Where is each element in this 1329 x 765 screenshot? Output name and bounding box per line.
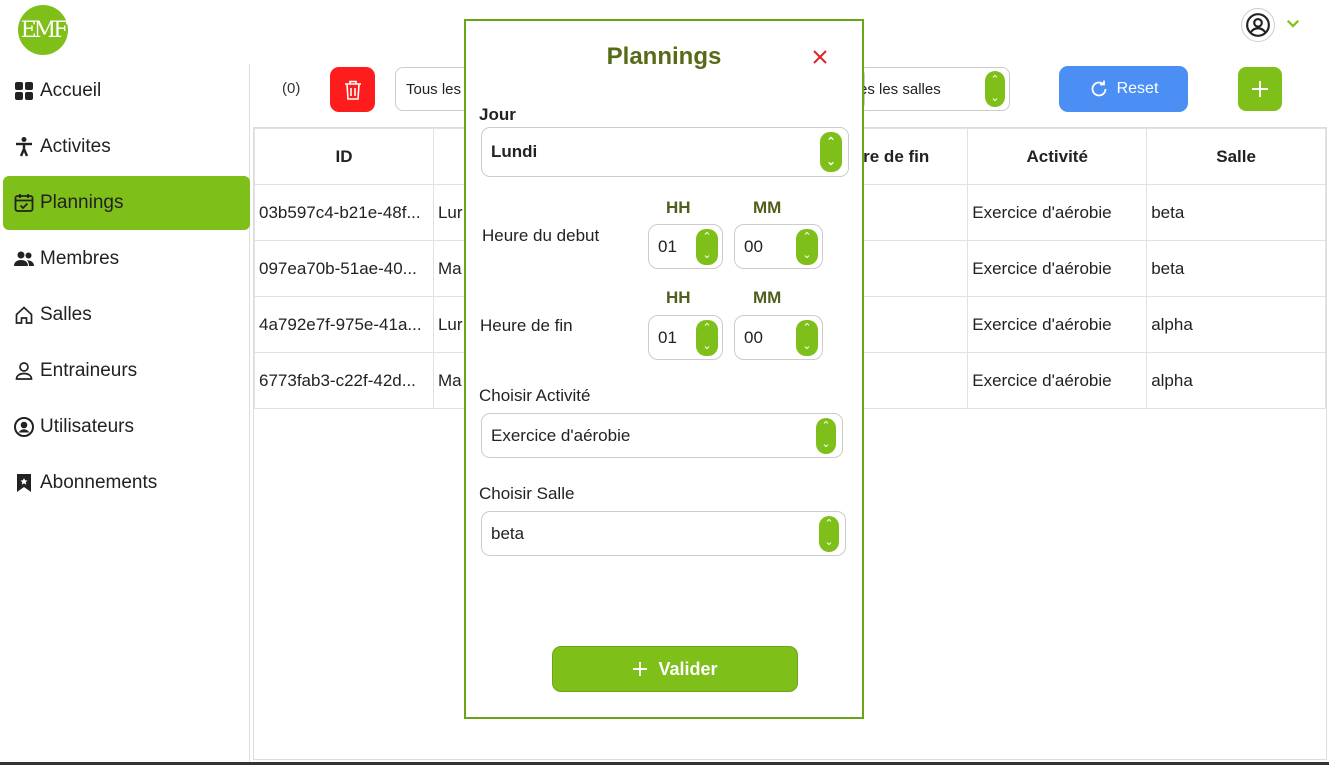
sidebar-item-activites[interactable]: Activites (3, 120, 250, 174)
sidebar-item-label: Plannings (40, 192, 124, 213)
jour-select[interactable]: Lundi ⌃ ⌄ (481, 127, 849, 177)
user-circle-icon (14, 417, 34, 437)
plus-icon (1252, 81, 1268, 97)
valider-label: Valider (658, 658, 718, 679)
plus-icon (633, 662, 648, 676)
salle-label: Choisir Salle (479, 484, 575, 503)
home-icon (14, 305, 34, 325)
end-hour-value: 01 (658, 327, 677, 347)
cell-room: alpha (1146, 296, 1326, 353)
cell-room: beta (1146, 184, 1326, 241)
selected-count: (0) (282, 80, 301, 97)
cell-activity: Exercice d'aérobie (967, 184, 1148, 241)
sidebar-item-label: Abonnements (40, 472, 158, 493)
start-time-label: Heure du debut (482, 226, 600, 245)
activite-select[interactable]: Exercice d'aérobie ⌃ ⌄ (481, 413, 843, 458)
bookmark-icon (14, 473, 34, 493)
select-stepper-icon: ⌃ ⌄ (820, 132, 842, 172)
sidebar-item-label: Activites (40, 136, 111, 157)
start-minute-value: 00 (744, 236, 763, 256)
cell-activity: Exercice d'aérobie (967, 240, 1148, 297)
sidebar-item-label: Accueil (40, 80, 102, 101)
hh-label: HH (666, 198, 691, 217)
sidebar-item-membres[interactable]: Membres (3, 232, 250, 286)
end-minute-value: 00 (744, 327, 763, 347)
jour-value: Lundi (491, 142, 538, 161)
reset-label: Reset (1116, 80, 1159, 97)
jour-label: Jour (479, 105, 516, 124)
start-hour-value: 01 (658, 236, 677, 256)
planning-modal: Plannings Jour Lundi ⌃ ⌄ HH MM Heure du d… (464, 19, 864, 719)
cell-room: beta (1146, 240, 1326, 297)
activite-label: Choisir Activité (479, 386, 591, 405)
close-icon[interactable] (810, 47, 830, 67)
user-outline-icon (14, 361, 34, 381)
salle-select[interactable]: beta ⌃ ⌄ (481, 511, 846, 556)
day-filter-value: Tous les (406, 80, 462, 98)
end-time-label: Heure de fin (480, 316, 573, 335)
column-header[interactable]: Salle (1146, 128, 1326, 185)
user-circle-icon (1246, 13, 1270, 37)
start-hour-input[interactable]: 01 ⌃ ⌄ (648, 224, 723, 269)
reset-button[interactable]: Reset (1059, 66, 1188, 112)
activite-value: Exercice d'aérobie (491, 425, 631, 445)
stepper-icon[interactable]: ⌃ ⌄ (696, 228, 718, 265)
sidebar-item-label: Salles (40, 304, 92, 325)
sidebar-item-label: Entraineurs (40, 360, 138, 381)
trash-icon (344, 80, 361, 100)
room-filter-select[interactable]: es les salles ⌃ ⌄ (840, 67, 1010, 111)
cell-activity: Exercice d'aérobie (967, 296, 1148, 353)
sidebar-item-abonnements[interactable]: Abonnements (3, 456, 250, 510)
add-planning-button[interactable] (1238, 67, 1282, 111)
account-avatar-button[interactable] (1241, 8, 1275, 42)
stepper-icon[interactable]: ⌃ ⌄ (796, 319, 818, 356)
sidebar: Accueil Activites Plannings Membres Sall… (0, 64, 250, 765)
sidebar-item-plannings[interactable]: Plannings (3, 176, 250, 230)
sidebar-item-label: Membres (40, 248, 120, 269)
mm-label: MM (753, 288, 782, 307)
users-icon (14, 249, 34, 269)
select-stepper-icon: ⌃ ⌄ (816, 417, 836, 454)
grid-icon (14, 81, 34, 101)
hh-label: HH (666, 288, 691, 307)
column-header[interactable]: Activité (967, 128, 1148, 185)
sidebar-item-utilisateurs[interactable]: Utilisateurs (3, 400, 250, 454)
start-minute-input[interactable]: 00 ⌃ ⌄ (734, 224, 823, 269)
sidebar-item-accueil[interactable]: Accueil (3, 64, 250, 118)
salle-value: beta (491, 523, 525, 543)
end-minute-input[interactable]: 00 ⌃ ⌄ (734, 315, 823, 360)
person-icon (14, 137, 34, 157)
end-hour-input[interactable]: 01 ⌃ ⌄ (648, 315, 723, 360)
cell-room: alpha (1146, 352, 1326, 409)
delete-button[interactable] (330, 67, 375, 112)
sidebar-item-salles[interactable]: Salles (3, 288, 250, 342)
sidebar-item-label: Utilisateurs (40, 416, 134, 437)
cell-id: 03b597c4-b21e-48f... (254, 184, 434, 241)
select-stepper-icon: ⌃ ⌄ (985, 71, 1005, 107)
column-header[interactable]: ID (254, 128, 434, 185)
stepper-icon[interactable]: ⌃ ⌄ (696, 319, 718, 356)
refresh-icon (1091, 80, 1106, 97)
chevron-down-icon[interactable] (1284, 14, 1302, 32)
select-stepper-icon: ⌃ ⌄ (819, 515, 839, 552)
logo-text: EMF (20, 17, 69, 43)
room-filter-value: es les salles (859, 80, 941, 98)
cell-activity: Exercice d'aérobie (967, 352, 1148, 409)
sidebar-item-entraineurs[interactable]: Entraineurs (3, 344, 250, 398)
mm-label: MM (753, 198, 782, 217)
valider-button[interactable]: Valider (552, 646, 798, 692)
calendar-icon (14, 193, 34, 213)
cell-id: 6773fab3-c22f-42d... (254, 352, 434, 409)
modal-title: Plannings (606, 43, 722, 70)
app-logo: EMF (18, 5, 68, 55)
cell-id: 4a792e7f-975e-41a... (254, 296, 434, 353)
stepper-icon[interactable]: ⌃ ⌄ (796, 228, 818, 265)
cell-id: 097ea70b-51ae-40... (254, 240, 434, 297)
